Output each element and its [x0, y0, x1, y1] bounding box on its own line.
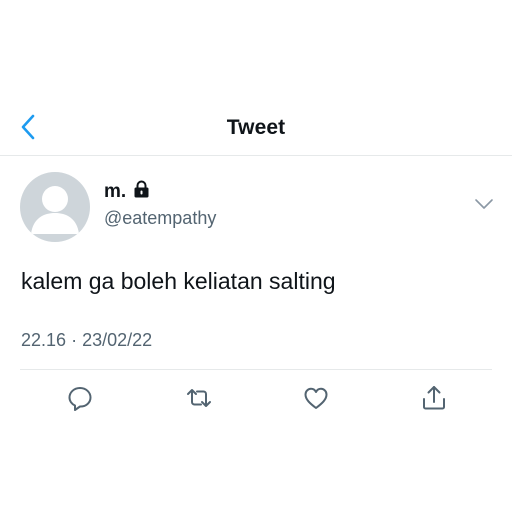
tweet-timestamp[interactable]: 22.16 · 23/02/22: [21, 330, 152, 351]
retweet-icon: [184, 384, 214, 417]
default-avatar-icon: [31, 186, 79, 234]
chevron-down-icon: [474, 197, 494, 215]
retweet-button[interactable]: [185, 386, 213, 414]
reply-icon: [66, 384, 94, 417]
tweet-detail-page: Tweet m. @eatempathy kalem ga boleh keli…: [0, 0, 512, 512]
top-bar: Tweet: [0, 104, 512, 154]
avatar[interactable]: [20, 172, 90, 242]
like-button[interactable]: [302, 386, 330, 414]
reply-button[interactable]: [66, 386, 94, 414]
actions-divider: [20, 369, 492, 370]
tweet-text: kalem ga boleh keliatan salting: [21, 268, 336, 294]
tweet-time: 22.16: [21, 330, 67, 350]
author-handle[interactable]: @eatempathy: [104, 208, 216, 229]
share-button[interactable]: [420, 384, 448, 417]
timestamp-separator: ·: [71, 330, 78, 350]
author-name[interactable]: m.: [104, 180, 150, 204]
like-icon: [302, 384, 330, 417]
more-options-button[interactable]: [472, 196, 496, 216]
display-name-text: m.: [104, 181, 127, 202]
header-divider: [0, 155, 512, 156]
tweet-date: 23/02/22: [82, 330, 153, 350]
share-icon: [420, 384, 448, 417]
page-title: Tweet: [226, 116, 286, 139]
lock-icon: [133, 180, 150, 204]
